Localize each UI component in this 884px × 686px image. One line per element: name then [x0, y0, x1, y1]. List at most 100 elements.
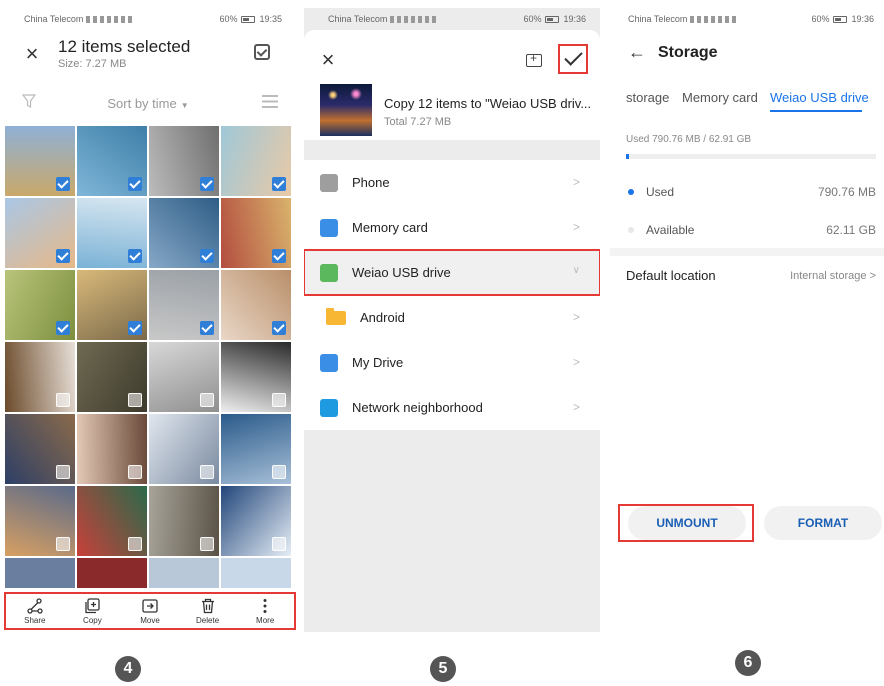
- network-icon: [320, 398, 338, 417]
- checkbox-checked-icon[interactable]: [200, 321, 214, 335]
- photo-thumbnail[interactable]: [221, 126, 291, 196]
- confirm-button[interactable]: [558, 44, 588, 74]
- copy-button[interactable]: Copy: [67, 597, 117, 625]
- section-divider: [610, 248, 884, 256]
- destination-label: Network neighborhood: [352, 400, 483, 415]
- photo-thumbnail[interactable]: [77, 486, 147, 556]
- checkbox-checked-icon[interactable]: [128, 177, 142, 191]
- photo-thumbnail[interactable]: [77, 558, 147, 588]
- available-value: 62.11 GB: [826, 223, 876, 237]
- checkbox-checked-icon[interactable]: [128, 321, 142, 335]
- photo-thumbnail[interactable]: [77, 126, 147, 196]
- share-icon: [27, 597, 43, 614]
- checkbox-unchecked-icon[interactable]: [56, 393, 70, 407]
- checkbox-unchecked-icon[interactable]: [200, 465, 214, 479]
- photo-thumbnail[interactable]: [149, 270, 219, 340]
- close-icon[interactable]: ×: [22, 43, 42, 65]
- photo-thumbnail[interactable]: [149, 486, 219, 556]
- photo-thumbnail[interactable]: [5, 342, 75, 412]
- default-location-label: Default location: [626, 268, 716, 283]
- photo-thumbnail[interactable]: [149, 198, 219, 268]
- folder-android[interactable]: Android >: [304, 295, 600, 340]
- new-folder-icon[interactable]: [526, 51, 542, 67]
- photo-thumbnail[interactable]: [149, 126, 219, 196]
- photo-thumbnail[interactable]: [221, 342, 291, 412]
- checkbox-checked-icon[interactable]: [56, 177, 70, 191]
- sort-dropdown[interactable]: Sort by time ▼: [0, 96, 296, 111]
- checkbox-unchecked-icon[interactable]: [56, 537, 70, 551]
- photo-thumbnail[interactable]: [221, 558, 291, 588]
- destination-network-neighborhood[interactable]: Network neighborhood >: [304, 385, 600, 430]
- photo-thumbnail[interactable]: [221, 486, 291, 556]
- photo-thumbnail[interactable]: [221, 270, 291, 340]
- checkbox-unchecked-icon[interactable]: [272, 465, 286, 479]
- share-button[interactable]: Share: [10, 597, 60, 625]
- tab-memory-card[interactable]: Memory card: [682, 90, 758, 105]
- storage-screen: China Telecom 60% 19:36 ← Storage storage…: [610, 8, 884, 632]
- move-button[interactable]: Move: [125, 598, 175, 625]
- checkbox-checked-icon[interactable]: [272, 249, 286, 263]
- status-bar: China Telecom 60% 19:36: [304, 8, 600, 30]
- checkbox-checked-icon[interactable]: [128, 249, 142, 263]
- photo-thumbnail[interactable]: [5, 486, 75, 556]
- checkbox-checked-icon[interactable]: [56, 249, 70, 263]
- used-dot-icon: [628, 189, 634, 195]
- destination-label: My Drive: [352, 355, 404, 370]
- photo-thumbnail[interactable]: [77, 414, 147, 484]
- photo-thumbnail[interactable]: [77, 342, 147, 412]
- copy-icon: [85, 597, 101, 613]
- storage-progress-fill: [626, 154, 629, 159]
- destination-my-drive[interactable]: My Drive >: [304, 340, 600, 385]
- photo-thumbnail[interactable]: [77, 198, 147, 268]
- list-view-icon[interactable]: [262, 95, 278, 108]
- chevron-right-icon: >: [572, 400, 580, 414]
- step-badge-4: 4: [115, 656, 141, 682]
- close-icon[interactable]: ×: [318, 49, 338, 71]
- delete-button[interactable]: Delete: [183, 598, 233, 625]
- checkbox-checked-icon[interactable]: [272, 177, 286, 191]
- photo-thumbnail[interactable]: [149, 342, 219, 412]
- destination-memory-card[interactable]: Memory card >: [304, 205, 600, 250]
- back-arrow-icon[interactable]: ←: [628, 42, 646, 63]
- move-icon: [142, 598, 158, 613]
- battery-icon: [545, 15, 560, 23]
- photo-thumbnail[interactable]: [149, 558, 219, 588]
- bottom-action-bar: Share Copy Move Delete More: [4, 592, 296, 630]
- photo-thumbnail[interactable]: [5, 198, 75, 268]
- checkbox-unchecked-icon[interactable]: [128, 393, 142, 407]
- sort-label: Sort by time: [107, 96, 177, 111]
- photo-thumbnail[interactable]: [221, 198, 291, 268]
- checkbox-unchecked-icon[interactable]: [272, 393, 286, 407]
- checkbox-unchecked-icon[interactable]: [272, 537, 286, 551]
- gallery-selection-screen: China Telecom 60% 19:35 × 12 items select…: [0, 8, 296, 632]
- checkbox-unchecked-icon[interactable]: [128, 537, 142, 551]
- checkbox-unchecked-icon[interactable]: [56, 465, 70, 479]
- select-all-icon[interactable]: [254, 44, 270, 60]
- checkbox-checked-icon[interactable]: [272, 321, 286, 335]
- format-button[interactable]: FORMAT: [764, 506, 882, 540]
- photo-thumbnail[interactable]: [5, 126, 75, 196]
- photo-thumbnail[interactable]: [5, 414, 75, 484]
- checkbox-unchecked-icon[interactable]: [200, 537, 214, 551]
- default-location-row[interactable]: Default location Internal storage >: [626, 268, 876, 288]
- battery-icon: [833, 15, 848, 23]
- tab-storage[interactable]: storage: [626, 90, 669, 105]
- chevron-right-icon: >: [572, 175, 580, 189]
- destination-usb-drive[interactable]: Weiao USB drive ∨: [304, 249, 600, 296]
- photo-thumbnail[interactable]: [5, 270, 75, 340]
- checkbox-checked-icon[interactable]: [200, 249, 214, 263]
- storage-actions: UNMOUNT FORMAT: [618, 504, 882, 542]
- checkbox-unchecked-icon[interactable]: [200, 393, 214, 407]
- clock: 19:36: [851, 14, 874, 24]
- photo-thumbnail[interactable]: [5, 558, 75, 588]
- photo-thumbnail[interactable]: [149, 414, 219, 484]
- tab-usb-drive[interactable]: Weiao USB drive: [770, 90, 869, 105]
- photo-thumbnail[interactable]: [77, 270, 147, 340]
- checkbox-checked-icon[interactable]: [200, 177, 214, 191]
- unmount-button[interactable]: UNMOUNT: [628, 506, 746, 540]
- checkbox-unchecked-icon[interactable]: [128, 465, 142, 479]
- more-button[interactable]: More: [240, 598, 290, 625]
- checkbox-checked-icon[interactable]: [56, 321, 70, 335]
- destination-phone[interactable]: Phone >: [304, 160, 600, 205]
- photo-thumbnail[interactable]: [221, 414, 291, 484]
